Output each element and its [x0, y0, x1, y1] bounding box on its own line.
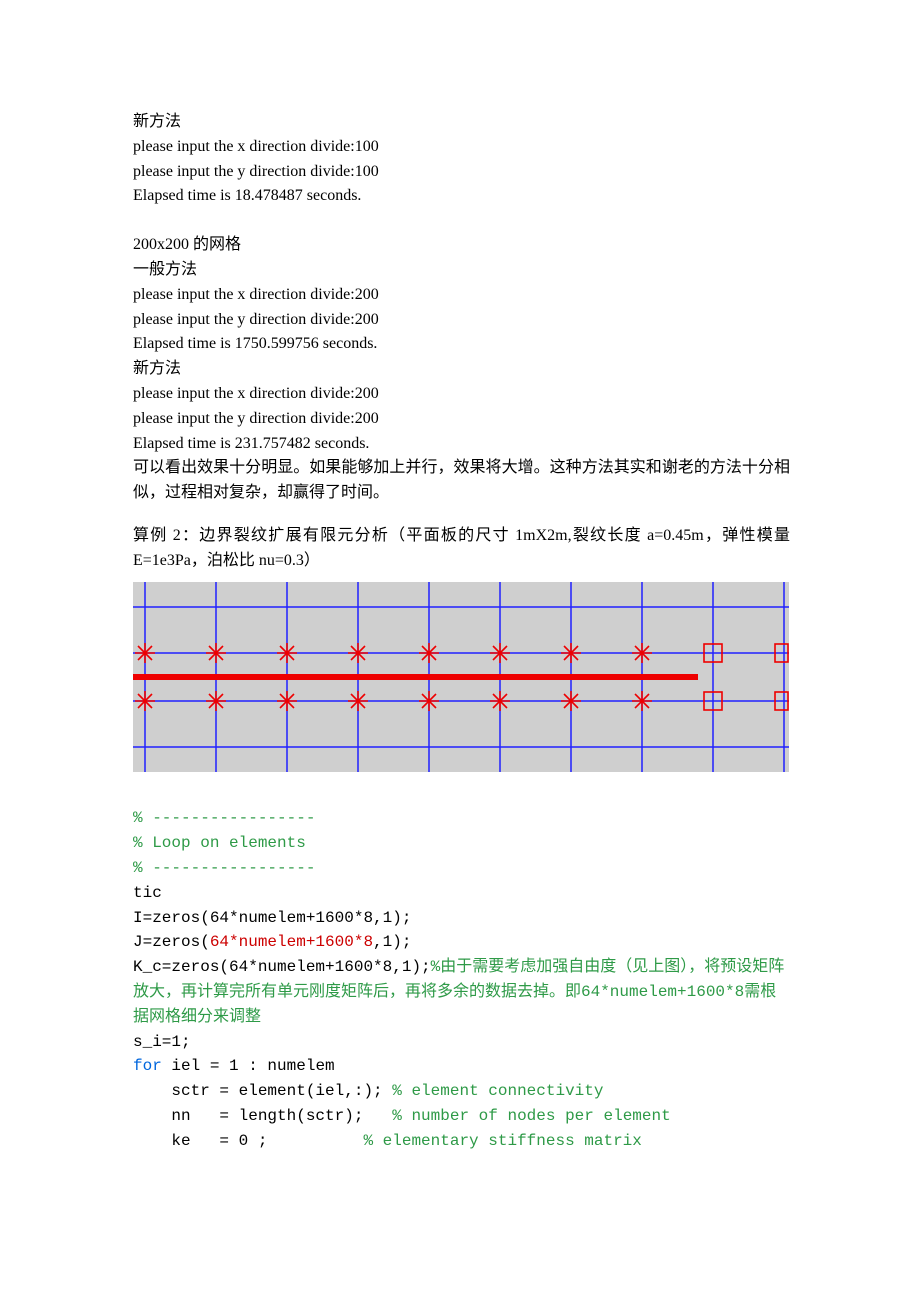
section2-sub1: 一般方法	[133, 258, 790, 283]
code-line: sctr = element(iel,:); % element connect…	[133, 1082, 603, 1100]
code-comment: % Loop on elements	[133, 834, 306, 852]
section2-sub2: 新方法	[133, 357, 790, 382]
code-line: tic	[133, 884, 162, 902]
section2-line: please input the y direction divide:200	[133, 407, 790, 432]
section2-remark: 可以看出效果十分明显。如果能够加上并行，效果将大增。这种方法其实和谢老的方法十分…	[133, 456, 790, 506]
section1-heading: 新方法	[133, 110, 790, 135]
crack-mesh-figure	[133, 582, 789, 772]
section2-line: Elapsed time is 1750.599756 seconds.	[133, 332, 790, 357]
code-line: J=zeros(64*numelem+1600*8,1);	[133, 933, 411, 951]
code-block: % ----------------- % Loop on elements %…	[133, 782, 790, 1154]
code-line: for iel = 1 : numelem	[133, 1057, 335, 1075]
section2-line: please input the x direction divide:200	[133, 382, 790, 407]
section2-line: please input the x direction divide:200	[133, 283, 790, 308]
code-comment: % -----------------	[133, 809, 315, 827]
section2-heading: 200x200 的网格	[133, 233, 790, 258]
code-line: I=zeros(64*numelem+1600*8,1);	[133, 909, 411, 927]
example2-title: 算例 2：边界裂纹扩展有限元分析（平面板的尺寸 1mX2m,裂纹长度 a=0.4…	[133, 524, 790, 574]
section2-line: please input the y direction divide:200	[133, 308, 790, 333]
section1-line: Elapsed time is 18.478487 seconds.	[133, 184, 790, 209]
code-line: K_c=zeros(64*numelem+1600*8,1);%由于需要考虑加强…	[133, 958, 784, 1026]
code-comment: % -----------------	[133, 859, 315, 877]
code-line: s_i=1;	[133, 1033, 191, 1051]
code-line: nn = length(sctr); % number of nodes per…	[133, 1107, 671, 1125]
code-line: ke = 0 ; % elementary stiffness matrix	[133, 1132, 642, 1150]
section1-line: please input the y direction divide:100	[133, 160, 790, 185]
section2-line: Elapsed time is 231.757482 seconds.	[133, 432, 790, 457]
section1-line: please input the x direction divide:100	[133, 135, 790, 160]
